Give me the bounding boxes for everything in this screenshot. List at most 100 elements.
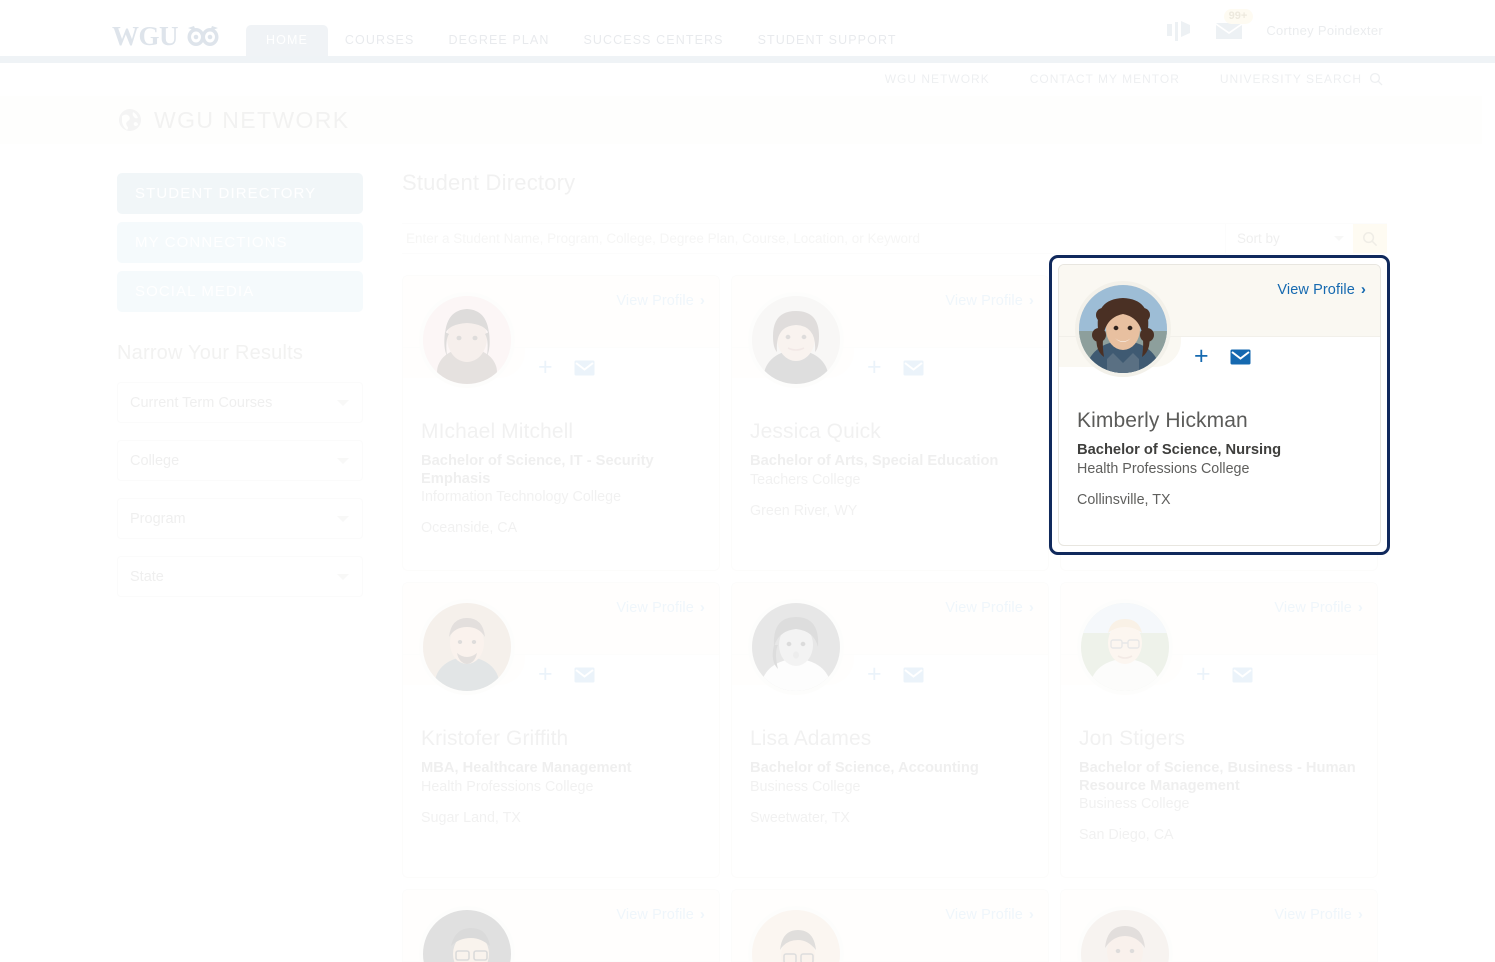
student-card[interactable]: View Profile › <box>402 889 720 962</box>
header-rule <box>0 56 1495 63</box>
student-name: Kristofer Griffith <box>421 727 569 750</box>
add-connection-button[interactable]: + <box>538 355 553 380</box>
chevron-right-icon: › <box>699 906 705 923</box>
chevron-right-icon: › <box>699 599 705 616</box>
student-college: Teachers College <box>750 471 861 488</box>
student-card[interactable]: View Profile › <box>1060 889 1378 962</box>
envelope-icon <box>903 360 924 375</box>
student-card[interactable]: View Profile › <box>731 889 1049 962</box>
view-profile-link[interactable]: View Profile › <box>616 599 705 616</box>
view-profile-link[interactable]: View Profile › <box>616 292 705 309</box>
nav-item-courses[interactable]: COURSES <box>328 25 432 56</box>
add-connection-button[interactable]: + <box>538 662 553 687</box>
student-location: Collinsville, TX <box>1077 491 1171 508</box>
sidebar-item-social-media[interactable]: SOCIAL MEDIA <box>117 271 363 312</box>
nav-item-success-centers[interactable]: SUCCESS CENTERS <box>566 25 740 56</box>
chevron-down-icon <box>1334 236 1344 241</box>
view-profile-link[interactable]: View Profile › <box>1274 906 1363 923</box>
university-search-label: UNIVERSITY SEARCH <box>1219 71 1362 86</box>
filter-current-term-courses[interactable]: Current Term Courses <box>117 382 363 423</box>
search-submit-button[interactable] <box>1353 224 1387 253</box>
page-title: Student Directory <box>402 170 576 195</box>
view-profile-link[interactable]: View Profile › <box>945 906 1034 923</box>
mail-button[interactable]: 99+ <box>1214 9 1254 42</box>
view-profile-link[interactable]: View Profile › <box>1277 281 1366 298</box>
send-message-button[interactable] <box>1230 349 1251 365</box>
secondary-navigation: WGU NETWORK CONTACT MY MENTOR UNIVERSITY… <box>0 63 1495 94</box>
student-card[interactable]: View Profile › <box>1060 582 1378 878</box>
student-card[interactable]: View Profile › <box>731 582 1049 878</box>
send-message-button[interactable] <box>1232 667 1253 683</box>
selected-student-card-highlight[interactable]: View Profile › + Kimberly Hickman Bachel… <box>1049 255 1390 555</box>
add-connection-button[interactable]: + <box>867 662 882 687</box>
wgu-logo-text: WGU <box>112 21 179 51</box>
student-card-selected[interactable]: View Profile › + Kimberly Hickman Bachel… <box>1058 264 1381 546</box>
page-root: WGU HOME COURSES DEGREE PLAN SUCCESS CEN… <box>0 0 1495 962</box>
filter-state[interactable]: State <box>117 556 363 597</box>
send-message-button[interactable] <box>903 667 924 683</box>
send-message-button[interactable] <box>574 360 595 376</box>
view-profile-link[interactable]: View Profile › <box>945 292 1034 309</box>
student-location: Green River, WY <box>750 502 858 519</box>
send-message-button[interactable] <box>574 667 595 683</box>
search-input[interactable] <box>402 224 1225 253</box>
add-connection-button[interactable]: + <box>1196 662 1211 687</box>
student-name: Jon Stigers <box>1079 727 1186 750</box>
sidebar-item-my-connections[interactable]: MY CONNECTIONS <box>117 222 363 263</box>
nav-item-home[interactable]: HOME <box>246 25 328 56</box>
filter-label-program: Program <box>130 510 186 527</box>
student-degree: Bachelor of Arts, Special Education <box>750 453 999 469</box>
nav-item-degree-plan[interactable]: DEGREE PLAN <box>431 25 566 56</box>
chevron-right-icon: › <box>1028 599 1034 616</box>
card-action-buttons: + <box>867 662 924 687</box>
avatar <box>419 292 515 388</box>
banner-title: WGU NETWORK <box>154 106 350 133</box>
sidebar-item-student-directory[interactable]: STUDENT DIRECTORY <box>117 173 363 214</box>
envelope-icon <box>1230 349 1251 364</box>
add-connection-button[interactable]: + <box>867 355 882 380</box>
secondary-nav-contact-mentor[interactable]: CONTACT MY MENTOR <box>1030 72 1180 86</box>
view-profile-link[interactable]: View Profile › <box>1274 599 1363 616</box>
envelope-icon <box>903 667 924 682</box>
filter-program[interactable]: Program <box>117 498 363 539</box>
student-degree: Bachelor of Science, Business - Human Re… <box>1079 760 1356 794</box>
student-degree: Bachelor of Science, Accounting <box>750 760 979 776</box>
globe-icon <box>119 109 141 131</box>
card-body: Jessica Quick Bachelor of Arts, Special … <box>732 406 1048 519</box>
nav-item-student-support[interactable]: STUDENT SUPPORT <box>741 25 914 56</box>
card-body: Kristofer Griffith MBA, Healthcare Manag… <box>403 713 719 826</box>
search-icon <box>1369 72 1383 85</box>
megaphone-icon[interactable] <box>1166 19 1192 41</box>
secondary-nav-university-search[interactable]: UNIVERSITY SEARCH <box>1220 72 1383 86</box>
top-right-controls: 99+ Cortney Poindexter <box>1166 9 1495 42</box>
view-profile-label: View Profile <box>945 292 1023 309</box>
student-card[interactable]: View Profile › <box>402 275 720 571</box>
filter-label-college: College <box>130 452 180 469</box>
view-profile-link[interactable]: View Profile › <box>945 599 1034 616</box>
chevron-right-icon: › <box>699 292 705 309</box>
chevron-right-icon: › <box>1028 906 1034 923</box>
chevron-right-icon: › <box>1360 281 1366 298</box>
top-navigation-bar: WGU HOME COURSES DEGREE PLAN SUCCESS CEN… <box>0 0 1495 56</box>
card-action-buttons: + <box>1196 662 1253 687</box>
secondary-nav-wgu-network[interactable]: WGU NETWORK <box>885 72 990 86</box>
student-location: Oceanside, CA <box>421 520 518 537</box>
view-profile-link[interactable]: View Profile › <box>616 906 705 923</box>
chevron-down-icon <box>337 399 349 406</box>
student-college: Health Professions College <box>421 778 594 795</box>
student-card[interactable]: View Profile › <box>402 582 720 878</box>
avatar <box>1075 281 1171 377</box>
card-action-buttons: + <box>867 355 924 380</box>
sidebar: STUDENT DIRECTORY MY CONNECTIONS SOCIAL … <box>117 173 363 597</box>
filter-college[interactable]: College <box>117 440 363 481</box>
add-connection-button[interactable]: + <box>1194 344 1209 369</box>
avatar <box>419 599 515 695</box>
wgu-logo[interactable]: WGU <box>112 21 220 52</box>
send-message-button[interactable] <box>903 360 924 376</box>
envelope-icon <box>1232 667 1253 682</box>
sort-by-dropdown[interactable]: Sort by <box>1225 224 1353 253</box>
username-label[interactable]: Cortney Poindexter <box>1266 23 1383 38</box>
student-college: Information Technology College <box>421 489 622 506</box>
card-body: Jon Stigers Bachelor of Science, Busines… <box>1061 713 1377 843</box>
student-card[interactable]: View Profile › <box>731 275 1049 571</box>
